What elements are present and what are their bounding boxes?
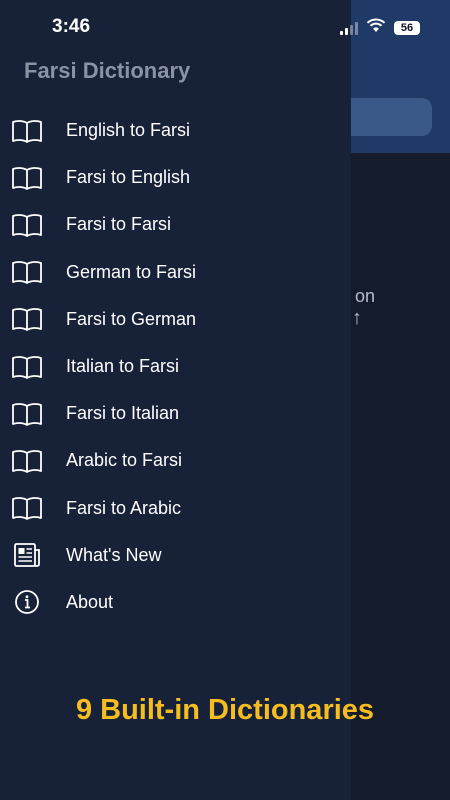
promo-caption: 9 Built-in Dictionaries: [75, 694, 375, 726]
drawer-title: Farsi Dictionary: [24, 58, 191, 83]
menu-item-whats-new[interactable]: What's New: [0, 532, 351, 579]
navigation-drawer: Farsi Dictionary English to Farsi Farsi …: [0, 0, 351, 800]
book-icon: [11, 259, 43, 285]
book-icon: [11, 495, 43, 521]
menu-item-arabic-to-farsi[interactable]: Arabic to Farsi: [0, 437, 351, 484]
menu-item-label: German to Farsi: [66, 261, 197, 282]
signal-icon: [340, 21, 358, 35]
menu-item-label: Farsi to Arabic: [66, 497, 182, 518]
menu-item-label: Farsi to Farsi: [66, 214, 172, 235]
book-icon: [11, 448, 43, 474]
status-time: 3:46: [52, 16, 91, 37]
info-icon: [11, 589, 43, 615]
menu-item-german-to-farsi[interactable]: German to Farsi: [0, 249, 351, 296]
book-icon: [11, 354, 43, 380]
status-indicators: 56: [340, 18, 420, 38]
wifi-icon: [366, 18, 386, 38]
book-icon: [11, 118, 43, 144]
menu-item-label: About: [66, 591, 114, 612]
book-icon: [11, 401, 43, 427]
background-hint-text: on: [355, 286, 376, 306]
menu-item-italian-to-farsi[interactable]: Italian to Farsi: [0, 343, 351, 390]
book-icon: [11, 212, 43, 238]
drawer-menu: English to Farsi Farsi to English Farsi …: [0, 107, 351, 626]
arrow-up-icon: ↑: [352, 307, 362, 329]
menu-item-label: English to Farsi: [66, 120, 191, 141]
menu-item-label: Italian to Farsi: [66, 356, 180, 377]
menu-item-farsi-to-farsi[interactable]: Farsi to Farsi: [0, 201, 351, 248]
menu-item-english-to-farsi[interactable]: English to Farsi: [0, 107, 351, 154]
menu-item-about[interactable]: About: [0, 579, 351, 626]
menu-item-farsi-to-italian[interactable]: Farsi to Italian: [0, 390, 351, 437]
menu-item-label: Farsi to English: [66, 167, 191, 188]
menu-item-label: Arabic to Farsi: [66, 450, 183, 471]
book-icon: [11, 306, 43, 332]
menu-item-label: Farsi to Italian: [66, 403, 180, 424]
menu-item-label: What's New: [66, 544, 162, 565]
menu-item-label: Farsi to German: [66, 308, 197, 329]
book-icon: [11, 165, 43, 191]
menu-item-farsi-to-german[interactable]: Farsi to German: [0, 296, 351, 343]
menu-item-farsi-to-english[interactable]: Farsi to English: [0, 154, 351, 201]
menu-item-farsi-to-arabic[interactable]: Farsi to Arabic: [0, 485, 351, 532]
battery-icon: 56: [394, 21, 420, 35]
newspaper-icon: [11, 542, 43, 568]
